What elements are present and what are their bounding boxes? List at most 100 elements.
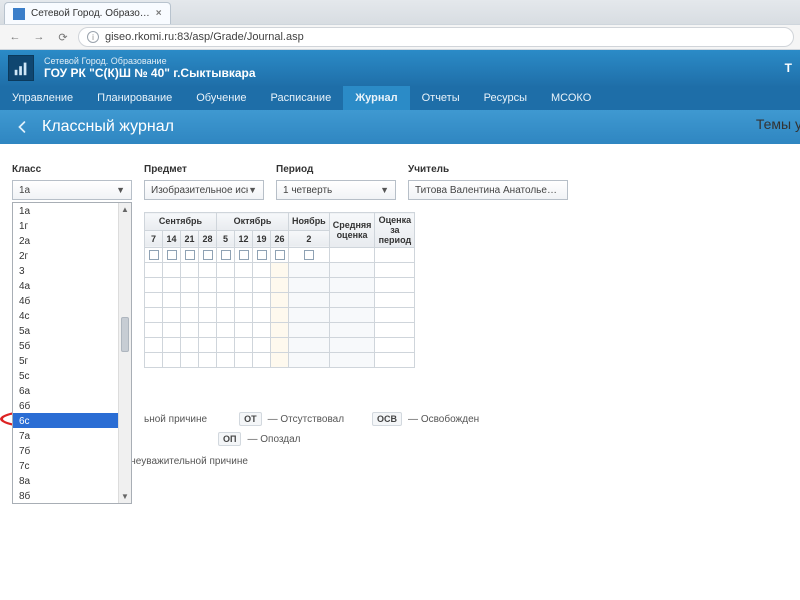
grade-cell[interactable] bbox=[145, 278, 163, 293]
grade-cell[interactable] bbox=[253, 338, 271, 353]
dropdown-scrollbar[interactable]: ▲ ▼ bbox=[118, 203, 131, 503]
dropdown-option[interactable]: 2а bbox=[13, 233, 131, 248]
grade-cell[interactable] bbox=[181, 293, 199, 308]
grade-cell[interactable] bbox=[145, 338, 163, 353]
grade-cell[interactable] bbox=[163, 323, 181, 338]
grade-cell[interactable] bbox=[217, 353, 235, 368]
grade-cell[interactable] bbox=[181, 338, 199, 353]
grade-cell[interactable] bbox=[235, 293, 253, 308]
grade-cell[interactable] bbox=[145, 263, 163, 278]
dropdown-option[interactable]: 6с bbox=[13, 413, 131, 428]
grade-cell[interactable] bbox=[253, 278, 271, 293]
grade-cell[interactable] bbox=[217, 278, 235, 293]
dropdown-option[interactable]: 5г bbox=[13, 353, 131, 368]
dropdown-option[interactable]: 8а bbox=[13, 473, 131, 488]
dropdown-option[interactable]: 2г bbox=[13, 248, 131, 263]
nav-item-4[interactable]: Журнал bbox=[343, 86, 409, 110]
grade-cell[interactable] bbox=[289, 308, 330, 323]
grade-cell[interactable] bbox=[199, 263, 217, 278]
grade-cell[interactable] bbox=[289, 338, 330, 353]
page-back-icon[interactable] bbox=[14, 118, 32, 136]
grade-cell[interactable] bbox=[199, 278, 217, 293]
day-checkbox-cell[interactable] bbox=[289, 248, 330, 263]
dropdown-option[interactable]: 7б bbox=[13, 443, 131, 458]
filter-period-select[interactable]: 1 четверть ▼ bbox=[276, 180, 396, 200]
day-checkbox-cell[interactable] bbox=[271, 248, 289, 263]
grade-cell[interactable] bbox=[199, 308, 217, 323]
grade-cell[interactable] bbox=[217, 263, 235, 278]
grade-cell[interactable] bbox=[217, 293, 235, 308]
forward-button[interactable]: → bbox=[30, 28, 48, 46]
grade-cell[interactable] bbox=[253, 308, 271, 323]
grade-cell[interactable] bbox=[235, 338, 253, 353]
dropdown-option[interactable]: 5а bbox=[13, 323, 131, 338]
grade-cell[interactable] bbox=[199, 353, 217, 368]
dropdown-option[interactable]: 5б bbox=[13, 338, 131, 353]
grade-cell[interactable] bbox=[181, 263, 199, 278]
dropdown-option[interactable]: 3 bbox=[13, 263, 131, 278]
grade-cell[interactable] bbox=[271, 308, 289, 323]
dropdown-option[interactable]: 7а bbox=[13, 428, 131, 443]
grade-cell[interactable] bbox=[163, 278, 181, 293]
grade-cell[interactable] bbox=[145, 353, 163, 368]
filter-class-select[interactable]: 1а ▼ bbox=[12, 180, 132, 200]
grade-cell[interactable] bbox=[163, 293, 181, 308]
grade-cell[interactable] bbox=[217, 338, 235, 353]
nav-item-3[interactable]: Расписание bbox=[259, 86, 344, 110]
dropdown-option[interactable]: 1а bbox=[13, 203, 131, 218]
dropdown-option[interactable]: 4а bbox=[13, 278, 131, 293]
site-info-icon[interactable]: i bbox=[87, 31, 99, 43]
nav-item-2[interactable]: Обучение bbox=[184, 86, 258, 110]
grade-cell[interactable] bbox=[235, 278, 253, 293]
dropdown-option[interactable]: 6б bbox=[13, 398, 131, 413]
dropdown-option[interactable]: 4б bbox=[13, 293, 131, 308]
grade-cell[interactable] bbox=[235, 263, 253, 278]
nav-item-1[interactable]: Планирование bbox=[85, 86, 184, 110]
scroll-up-button[interactable]: ▲ bbox=[119, 203, 131, 216]
class-dropdown-list[interactable]: ▲ ▼ 1а1г2а2г34а4б4с5а5б5г5с6а6б6с7а7б7с8… bbox=[12, 202, 132, 504]
grade-cell[interactable] bbox=[181, 308, 199, 323]
grade-cell[interactable] bbox=[235, 323, 253, 338]
address-bar[interactable]: i giseo.rkomi.ru:83/asp/Grade/Journal.as… bbox=[78, 27, 794, 47]
grade-cell[interactable] bbox=[145, 323, 163, 338]
grade-cell[interactable] bbox=[253, 323, 271, 338]
back-button[interactable]: ← bbox=[6, 28, 24, 46]
scroll-thumb[interactable] bbox=[121, 317, 129, 352]
grade-cell[interactable] bbox=[181, 323, 199, 338]
grade-cell[interactable] bbox=[163, 308, 181, 323]
nav-item-5[interactable]: Отчеты bbox=[410, 86, 472, 110]
grade-cell[interactable] bbox=[271, 293, 289, 308]
tab-close-icon[interactable]: × bbox=[156, 8, 162, 19]
grade-cell[interactable] bbox=[271, 323, 289, 338]
grade-cell[interactable] bbox=[217, 323, 235, 338]
grade-cell[interactable] bbox=[271, 263, 289, 278]
grade-cell[interactable] bbox=[199, 293, 217, 308]
nav-item-7[interactable]: МСОКО bbox=[539, 86, 603, 110]
reload-button[interactable]: ⟳ bbox=[54, 28, 72, 46]
grade-cell[interactable] bbox=[163, 263, 181, 278]
grade-cell[interactable] bbox=[163, 353, 181, 368]
grade-cell[interactable] bbox=[181, 278, 199, 293]
grade-cell[interactable] bbox=[253, 263, 271, 278]
day-checkbox-cell[interactable] bbox=[199, 248, 217, 263]
grade-cell[interactable] bbox=[289, 293, 330, 308]
grade-cell[interactable] bbox=[145, 293, 163, 308]
filter-teacher-select[interactable]: Титова Валентина Анатолье… bbox=[408, 180, 568, 200]
grade-cell[interactable] bbox=[217, 308, 235, 323]
grade-cell[interactable] bbox=[235, 308, 253, 323]
grade-cell[interactable] bbox=[199, 323, 217, 338]
grade-cell[interactable] bbox=[253, 353, 271, 368]
dropdown-option[interactable]: 5с bbox=[13, 368, 131, 383]
grade-cell[interactable] bbox=[163, 338, 181, 353]
grade-cell[interactable] bbox=[271, 353, 289, 368]
grade-cell[interactable] bbox=[235, 353, 253, 368]
dropdown-option[interactable]: 6а bbox=[13, 383, 131, 398]
day-checkbox-cell[interactable] bbox=[253, 248, 271, 263]
grade-cell[interactable] bbox=[145, 308, 163, 323]
browser-tab[interactable]: Сетевой Город. Образо… × bbox=[4, 2, 171, 24]
day-checkbox-cell[interactable] bbox=[217, 248, 235, 263]
filter-subject-select[interactable]: Изобразительное искусство ▼ bbox=[144, 180, 264, 200]
day-checkbox-cell[interactable] bbox=[163, 248, 181, 263]
dropdown-option[interactable]: 7с bbox=[13, 458, 131, 473]
grade-cell[interactable] bbox=[199, 338, 217, 353]
